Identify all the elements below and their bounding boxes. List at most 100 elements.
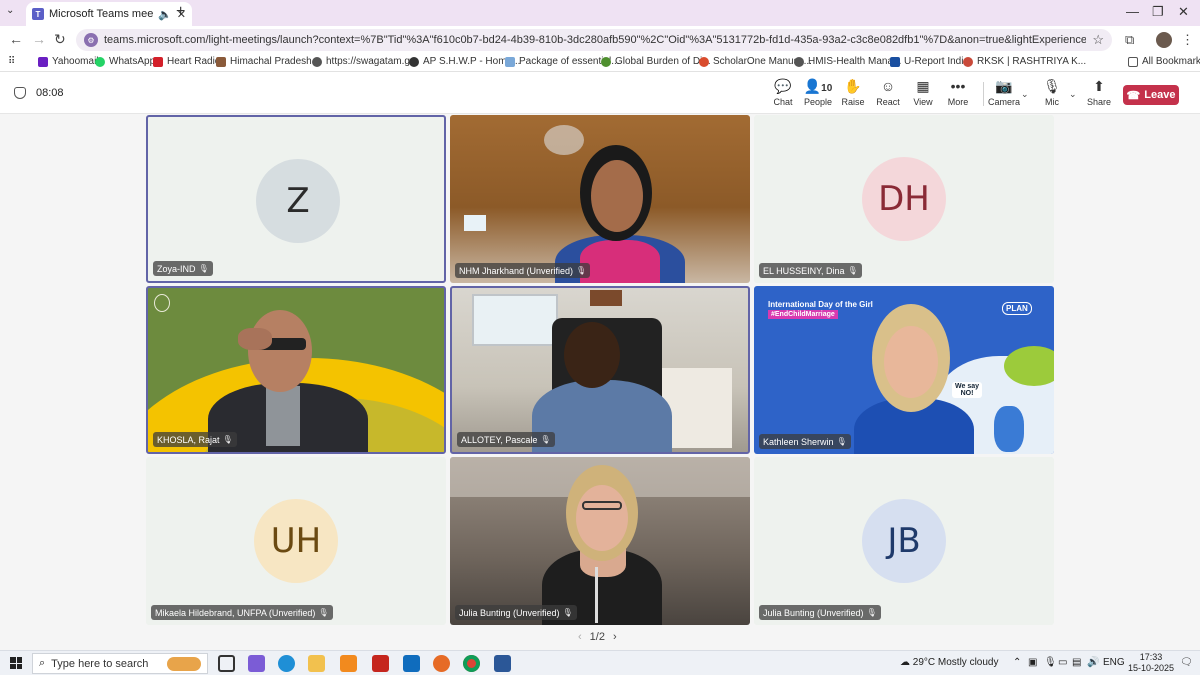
microphone-icon[interactable]: 🎙: [1044, 657, 1057, 668]
bookmark-item[interactable]: AP S.H.W.P - Home...: [409, 56, 520, 67]
bookmark-item[interactable]: Global Burden of Di...: [601, 56, 711, 67]
browser-menu-icon[interactable]: ⋮: [1181, 32, 1194, 48]
bookmark-item[interactable]: Heart Radio: [153, 56, 220, 67]
video-feed: [450, 115, 750, 283]
participant-name: Julia Bunting (Unverified) 🎙: [455, 605, 577, 620]
chrome-icon[interactable]: [463, 655, 480, 672]
edge-icon[interactable]: [278, 655, 295, 672]
participant-tile[interactable]: UH Mikaela Hildebrand, UNFPA (Unverified…: [146, 457, 446, 625]
organization-logo-icon: [154, 294, 170, 312]
restore-icon[interactable]: ❐: [1152, 4, 1164, 20]
tab-search-icon[interactable]: ⌄: [6, 5, 14, 16]
profile-avatar[interactable]: [1156, 32, 1172, 48]
camera-options-chevron-icon[interactable]: ⌄: [1021, 89, 1029, 100]
avatar: UH: [254, 499, 338, 583]
bookmark-item[interactable]: HMIS-Health Mana...: [794, 56, 901, 67]
address-bar-row: ← → ↻ ⚙ teams.microsoft.com/light-meetin…: [0, 26, 1200, 53]
battery-icon[interactable]: ▭: [1058, 657, 1067, 668]
participant-tile[interactable]: DH EL HUSSEINY, Dina 🎙: [754, 115, 1054, 283]
mic-muted-icon: 🎙: [866, 608, 877, 617]
avatar: Z: [256, 159, 340, 243]
copilot-icon[interactable]: [248, 655, 265, 672]
weather-widget[interactable]: ☁ 29°C Mostly cloudy: [900, 657, 998, 668]
participant-tile[interactable]: ALLOTEY, Pascale 🎙: [450, 286, 750, 454]
bookmark-item[interactable]: Yahoomail: [38, 56, 99, 67]
more-button[interactable]: ••• More: [937, 78, 979, 107]
forward-icon[interactable]: →: [32, 31, 46, 47]
bookmark-item[interactable]: RKSK | RASHTRIYA K...: [963, 56, 1086, 67]
gbd-icon: [601, 56, 611, 67]
mic-muted-icon: 🎙: [847, 266, 858, 275]
extensions-icon[interactable]: ⧉: [1125, 32, 1134, 48]
whatsapp-icon: [95, 56, 105, 67]
participant-name: ALLOTEY, Pascale 🎙: [457, 432, 555, 447]
task-view-icon[interactable]: [218, 655, 235, 672]
video-feed: [450, 457, 750, 625]
taskbar-search[interactable]: ⌕ Type here to search: [32, 653, 208, 674]
mic-muted-icon: 🎙: [540, 435, 551, 444]
heart-radio-icon: [153, 56, 163, 67]
reload-icon[interactable]: ↻: [54, 31, 66, 48]
participant-name: NHM Jharkhand (Unverified) 🎙: [455, 263, 591, 278]
show-hidden-icons-icon[interactable]: ⌃: [1013, 657, 1021, 668]
camera-button[interactable]: 📷 Camera: [983, 78, 1025, 107]
pdf-reader-icon[interactable]: [372, 655, 389, 672]
volume-icon[interactable]: 🔊: [1087, 657, 1099, 668]
back-icon[interactable]: ←: [9, 31, 23, 47]
windows-start-icon[interactable]: [10, 657, 22, 669]
shield-icon: [14, 87, 26, 99]
participant-name: KHOSLA, Rajat 🎙: [153, 432, 237, 447]
mic-off-icon: 🎙: [1043, 78, 1061, 94]
leave-button[interactable]: ☎ Leave: [1123, 85, 1179, 105]
participant-name: Mikaela Hildebrand, UNFPA (Unverified) 🎙: [151, 605, 333, 620]
participant-tile[interactable]: Z Zoya-IND 🎙: [146, 115, 446, 283]
speaker-icon[interactable]: 🔈: [158, 8, 172, 21]
bookmarks-bar: ⠿ Yahoomail WhatsApp Heart Radio Himacha…: [0, 53, 1200, 72]
clock[interactable]: 17:33 15-10-2025: [1128, 652, 1174, 674]
browser-tab-teams[interactable]: T Microsoft Teams meeting | M 🔈 ✕: [26, 2, 192, 26]
banner-hashtag: #EndChildMarriage: [768, 310, 838, 319]
document-icon: [505, 56, 515, 67]
video-feed: [452, 288, 748, 452]
omnibox[interactable]: ⚙ teams.microsoft.com/light-meetings/lau…: [76, 29, 1112, 51]
meet-now-icon[interactable]: ▣: [1028, 657, 1037, 668]
language-indicator[interactable]: ENG: [1103, 657, 1125, 668]
participant-name: EL HUSSEINY, Dina 🎙: [759, 263, 862, 278]
next-page-icon[interactable]: ›: [613, 631, 617, 643]
bookmark-item[interactable]: Himachal Pradesh...: [216, 56, 320, 67]
new-tab-button[interactable]: +: [176, 3, 185, 21]
bookmark-item[interactable]: U-Report India: [890, 56, 969, 67]
vlc-icon[interactable]: [340, 655, 357, 672]
word-icon[interactable]: [494, 655, 511, 672]
all-bookmarks[interactable]: All Bookmarks: [1128, 56, 1200, 67]
url-text[interactable]: teams.microsoft.com/light-meetings/launc…: [104, 34, 1086, 46]
notifications-icon[interactable]: 🗨: [1180, 657, 1193, 668]
participant-tile[interactable]: NHM Jharkhand (Unverified) 🎙: [450, 115, 750, 283]
mic-button[interactable]: 🎙 Mic: [1031, 78, 1073, 107]
participant-tile[interactable]: Julia Bunting (Unverified) 🎙: [450, 457, 750, 625]
outlook-icon[interactable]: [403, 655, 420, 672]
site-info-icon[interactable]: ⚙: [84, 33, 98, 47]
globe-icon: [312, 56, 322, 67]
share-button[interactable]: ⬆ Share: [1078, 78, 1120, 107]
participant-tile[interactable]: JB Julia Bunting (Unverified) 🎙: [754, 457, 1054, 625]
bookmark-item[interactable]: WhatsApp: [95, 56, 155, 67]
yahoo-icon: [38, 56, 48, 67]
display-icon[interactable]: ▤: [1072, 657, 1081, 668]
apps-grid-icon[interactable]: ⠿: [8, 56, 15, 67]
firefox-icon[interactable]: [433, 655, 450, 672]
share-icon: ⬆: [1093, 78, 1105, 94]
meeting-stage: Z Zoya-IND 🎙 NHM Jharkhand (Unverified) 🎙 …: [0, 114, 1200, 650]
file-explorer-icon[interactable]: [308, 655, 325, 672]
close-window-icon[interactable]: ✕: [1178, 4, 1189, 20]
mic-options-chevron-icon[interactable]: ⌄: [1069, 89, 1077, 100]
bookmark-item[interactable]: https://swagatam.g...: [312, 56, 418, 67]
phone-hangup-icon: ☎: [1126, 89, 1141, 102]
prev-page-icon[interactable]: ‹: [578, 631, 582, 643]
minimize-icon[interactable]: —: [1126, 4, 1139, 19]
bookmark-star-icon[interactable]: ☆: [1092, 32, 1104, 48]
participant-tile[interactable]: KHOSLA, Rajat 🎙: [146, 286, 446, 454]
tab-title: Microsoft Teams meeting | M: [49, 8, 154, 20]
participant-tile[interactable]: International Day of the Girl #EndChildM…: [754, 286, 1054, 454]
participant-name: Julia Bunting (Unverified) 🎙: [759, 605, 881, 620]
